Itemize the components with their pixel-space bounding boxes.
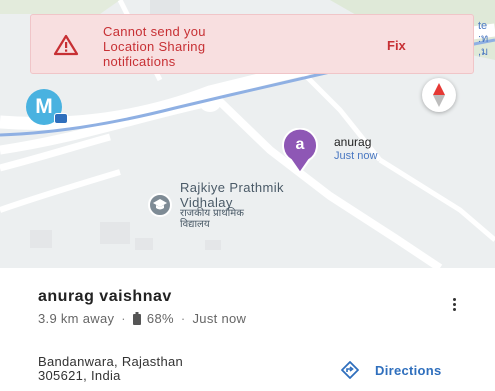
person-info-sheet[interactable]: anurag vaishnav 3.9 km away · 68% · Just… <box>0 268 495 391</box>
separator-dot: · <box>121 311 126 326</box>
graduation-cap-icon <box>153 199 167 210</box>
last-updated: Just now <box>192 311 247 326</box>
directions-button[interactable]: Directions <box>341 361 442 379</box>
directions-label: Directions <box>375 362 442 378</box>
distance-text: 3.9 km away <box>38 311 115 326</box>
alert-message: Cannot send you Location Sharing notific… <box>103 24 206 69</box>
more-options-icon[interactable] <box>447 296 461 316</box>
pin-person-name: anurag <box>334 135 372 149</box>
directions-icon <box>341 361 359 379</box>
battery-icon <box>132 312 141 325</box>
fix-button[interactable]: Fix <box>387 38 406 53</box>
pin-letter: a <box>295 136 305 153</box>
person-name: anurag vaishnav <box>38 288 172 305</box>
my-avatar[interactable]: M <box>26 89 68 125</box>
avatar-letter: M <box>35 95 53 118</box>
offscreen-card-peek[interactable]: te :ท ,ม <box>478 20 488 59</box>
warning-icon <box>53 34 79 56</box>
status-line: 3.9 km away · 68% · Just now <box>38 311 246 326</box>
school-marker[interactable] <box>148 193 172 217</box>
battery-level: 68% <box>146 311 174 326</box>
compass-icon <box>433 83 445 107</box>
separator-dot: · <box>180 311 186 326</box>
location-sharing-alert: Cannot send you Location Sharing notific… <box>30 14 474 74</box>
address-text: Bandanwara, Rajasthan 305621, India <box>38 354 184 383</box>
map-view[interactable]: Cannot send you Location Sharing notific… <box>0 0 495 268</box>
place-label-local: राजकीय प्राथमिक विद्यालय <box>180 208 244 230</box>
friend-location-pin[interactable]: a <box>279 127 321 175</box>
pin-timestamp: Just now <box>334 150 378 162</box>
device-badge-icon <box>54 113 68 124</box>
compass-button[interactable] <box>422 78 456 112</box>
place-label: Rajkiye Prathmik Vidhalay <box>180 180 284 210</box>
